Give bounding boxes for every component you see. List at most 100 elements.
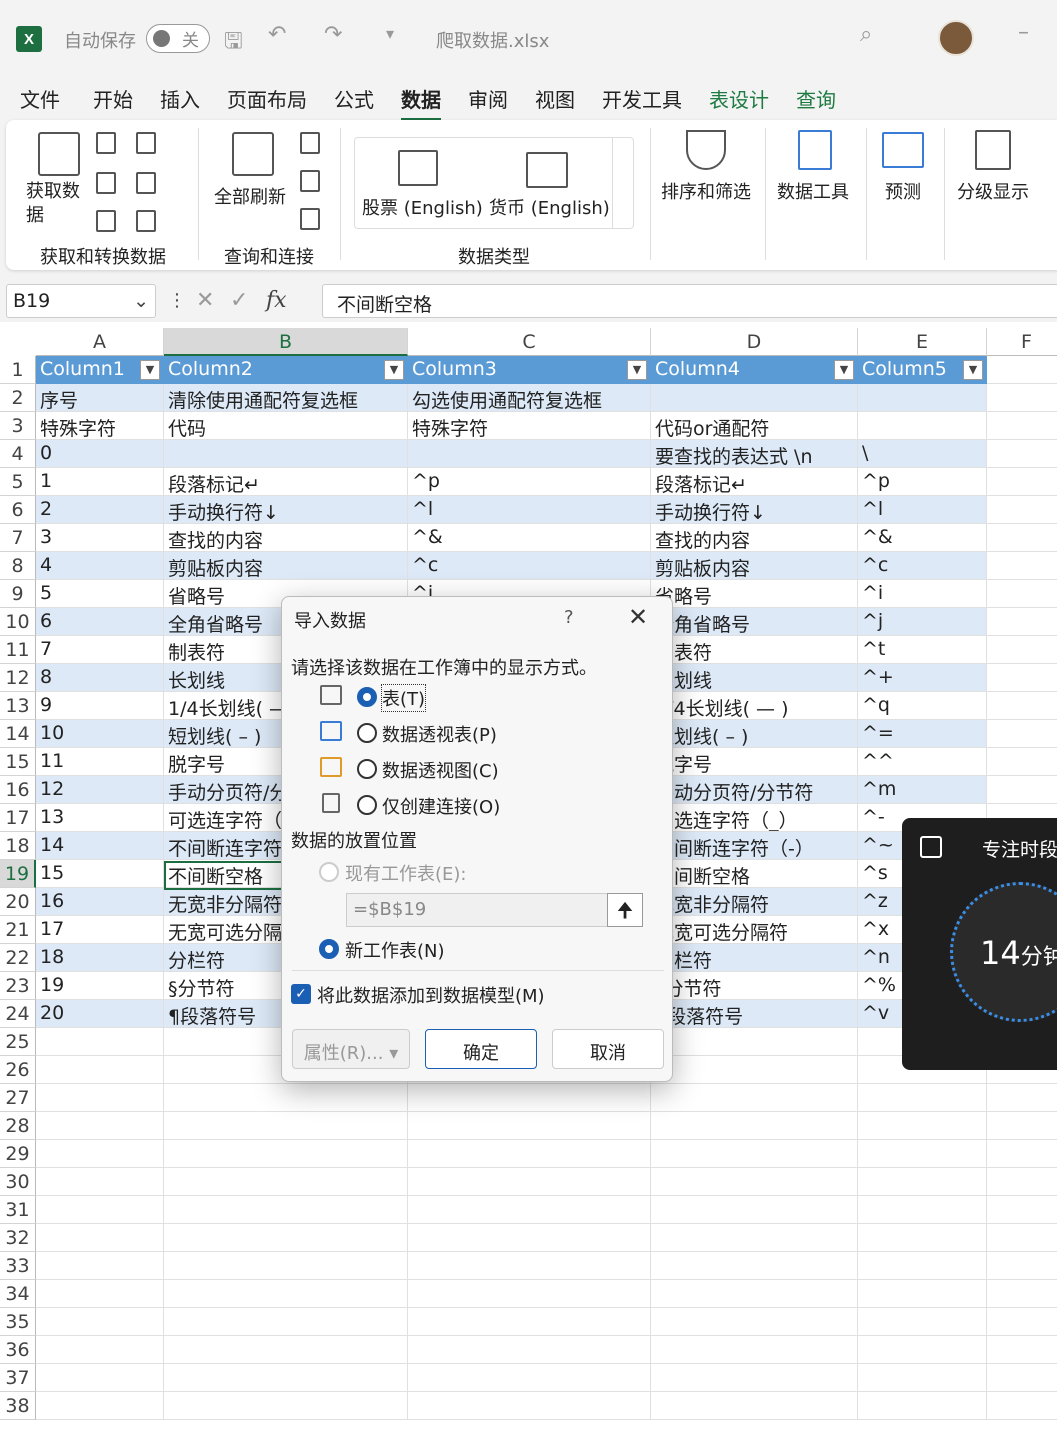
table-cell[interactable] (36, 1224, 164, 1252)
forecast-icon[interactable] (882, 132, 924, 168)
row-header[interactable]: 23 (0, 972, 36, 1000)
row-header[interactable]: 38 (0, 1392, 36, 1420)
forecast-button[interactable]: 预测 (885, 178, 921, 204)
table-cell[interactable] (651, 1168, 858, 1196)
table-cell[interactable] (858, 1336, 987, 1364)
table-header-cell[interactable]: Column3 ▼ (408, 356, 651, 384)
table-cell[interactable]: ^m (858, 776, 987, 804)
row-header[interactable]: 26 (0, 1056, 36, 1084)
table-cell[interactable]: 短划线( – ) (651, 720, 858, 748)
table-cell[interactable] (987, 1084, 1057, 1112)
cancel-entry-icon[interactable]: ✕ (196, 288, 214, 313)
table-cell[interactable]: ¶段落符号 (651, 1000, 858, 1028)
existing-connections-icon[interactable] (136, 210, 156, 232)
table-cell[interactable]: \ (858, 440, 987, 468)
tab-developer[interactable]: 开发工具 (602, 84, 682, 113)
table-cell[interactable]: 9 (36, 692, 164, 720)
table-cell[interactable]: ^i (858, 580, 987, 608)
formula-input[interactable]: 不间断空格 (322, 284, 1057, 318)
data-tools-icon[interactable] (798, 130, 832, 170)
cancel-button[interactable]: 取消 (552, 1029, 664, 1069)
table-cell[interactable]: 4 (36, 552, 164, 580)
row-header[interactable]: 22 (0, 944, 36, 972)
outline-button[interactable]: 分级显示 (957, 178, 1029, 204)
table-cell[interactable] (987, 1364, 1057, 1392)
table-cell[interactable] (987, 1308, 1057, 1336)
table-cell[interactable] (164, 1364, 408, 1392)
filter-dropdown-icon[interactable]: ▼ (963, 360, 983, 380)
edit-links-icon[interactable] (300, 208, 320, 230)
table-cell[interactable] (858, 1168, 987, 1196)
table-cell[interactable] (651, 384, 858, 412)
refresh-all-button[interactable]: 全部刷新 (214, 183, 286, 209)
row-header[interactable]: 6 (0, 496, 36, 524)
currency-button[interactable]: 货币 (English) (489, 194, 610, 220)
radio-pivot-chart-label[interactable]: 数据透视图(C) (382, 757, 499, 783)
focus-session-widget[interactable]: 专注时段 14分钟 (902, 818, 1057, 1070)
table-cell[interactable] (987, 412, 1057, 440)
row-header[interactable]: 7 (0, 524, 36, 552)
table-cell[interactable]: ^j (858, 608, 987, 636)
table-cell[interactable] (651, 1056, 858, 1084)
table-cell[interactable]: 20 (36, 1000, 164, 1028)
table-cell[interactable] (408, 1224, 651, 1252)
save-icon[interactable]: 🖫 (224, 24, 243, 62)
gallery-scroll[interactable] (612, 137, 634, 229)
outline-icon[interactable] (975, 130, 1011, 170)
add-to-data-model-checkbox[interactable]: ✓ (291, 984, 311, 1004)
table-cell[interactable] (987, 664, 1057, 692)
collapse-dialog-button[interactable]: 🠉 (607, 893, 643, 927)
table-cell[interactable]: 全角省略号 (651, 608, 858, 636)
properties-button[interactable]: 属性(R)... ▾ (292, 1029, 410, 1069)
table-cell[interactable] (987, 720, 1057, 748)
table-header-cell[interactable]: Column1 ▼ (36, 356, 164, 384)
table-cell[interactable] (987, 1252, 1057, 1280)
table-cell[interactable] (408, 1280, 651, 1308)
table-cell[interactable]: 无宽非分隔符 (651, 888, 858, 916)
table-cell[interactable]: 18 (36, 944, 164, 972)
table-cell[interactable]: 特殊字符 (36, 412, 164, 440)
table-cell[interactable]: 特殊字符 (408, 412, 651, 440)
tab-page-layout[interactable]: 页面布局 (227, 84, 307, 113)
table-cell[interactable] (987, 440, 1057, 468)
row-header[interactable]: 27 (0, 1084, 36, 1112)
from-text-icon[interactable] (96, 132, 116, 154)
row-header[interactable]: 32 (0, 1224, 36, 1252)
table-cell[interactable] (858, 1252, 987, 1280)
column-header[interactable]: F (987, 328, 1057, 356)
table-cell[interactable] (987, 776, 1057, 804)
filter-dropdown-icon[interactable]: ▼ (834, 360, 854, 380)
table-cell[interactable] (408, 1196, 651, 1224)
row-header[interactable]: 25 (0, 1028, 36, 1056)
table-cell[interactable]: 制表符 (651, 636, 858, 664)
table-cell[interactable] (987, 636, 1057, 664)
avatar[interactable] (938, 20, 974, 56)
table-cell[interactable] (858, 1140, 987, 1168)
table-cell[interactable]: ^q (858, 692, 987, 720)
table-cell[interactable]: 1 (36, 468, 164, 496)
row-header[interactable]: 20 (0, 888, 36, 916)
radio-new-sheet[interactable] (319, 939, 339, 959)
table-cell[interactable]: 5 (36, 580, 164, 608)
table-cell[interactable]: 7 (36, 636, 164, 664)
radio-existing-sheet[interactable] (319, 862, 339, 882)
table-cell[interactable] (858, 1280, 987, 1308)
table-cell[interactable] (36, 1336, 164, 1364)
table-cell[interactable] (651, 1224, 858, 1252)
table-cell[interactable]: 手动分页符/分节符 (651, 776, 858, 804)
table-cell[interactable] (651, 1308, 858, 1336)
table-cell[interactable] (408, 1364, 651, 1392)
table-cell[interactable]: 3 (36, 524, 164, 552)
table-cell[interactable]: 要查找的表达式 \n (651, 440, 858, 468)
table-cell[interactable]: 代码or通配符 (651, 412, 858, 440)
table-cell[interactable] (36, 1084, 164, 1112)
table-cell[interactable]: ^l (408, 496, 651, 524)
more-options-icon[interactable]: ⋮ (168, 290, 186, 311)
table-cell[interactable] (164, 1168, 408, 1196)
table-cell[interactable]: 15 (36, 860, 164, 888)
table-cell[interactable]: ^+ (858, 664, 987, 692)
table-cell[interactable] (987, 608, 1057, 636)
table-cell[interactable]: 勾选使用通配符复选框 (408, 384, 651, 412)
row-header[interactable]: 34 (0, 1280, 36, 1308)
expand-icon[interactable] (920, 836, 942, 858)
